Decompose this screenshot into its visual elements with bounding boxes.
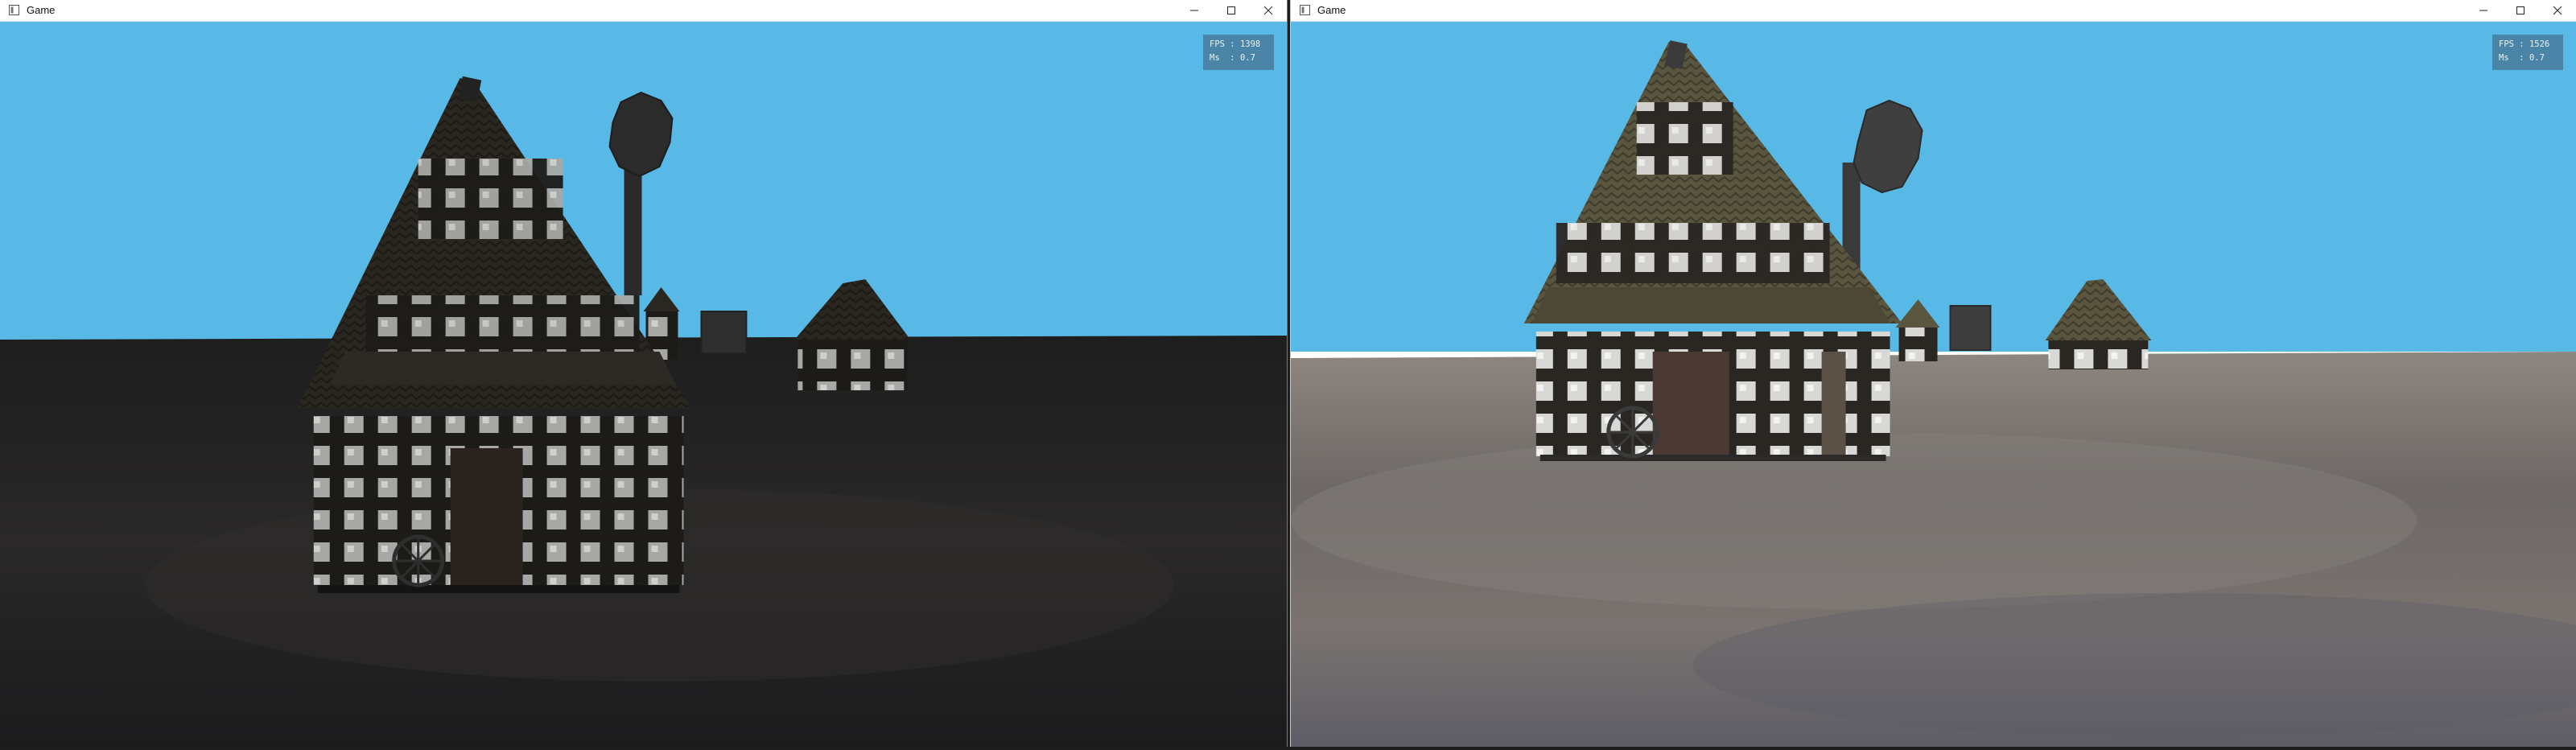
- maximize-icon: [1227, 6, 1235, 14]
- rendered-scene-lit: [1291, 22, 2576, 747]
- fps-stats-overlay: FPS : 1526 Ms : 0.7: [2492, 35, 2563, 70]
- minimize-icon: [2479, 10, 2487, 11]
- game-viewport[interactable]: FPS : 1398 Ms : 0.7: [0, 22, 1287, 747]
- close-icon: [1263, 6, 1273, 15]
- app-icon: [9, 5, 19, 15]
- ms-value: 0.7: [1239, 53, 1255, 63]
- game-window-left[interactable]: Game FPS: 1398 Ms: 0.7: [0, 0, 1288, 747]
- rendered-scene-dark: [0, 22, 1287, 747]
- maximize-button[interactable]: [2502, 0, 2539, 21]
- fps-label: FPS: [1210, 39, 1225, 49]
- ms-label: Ms: [2499, 53, 2509, 63]
- fps-value: 1526: [2529, 39, 2550, 49]
- window-title: Game: [27, 4, 56, 16]
- close-icon: [2553, 6, 2562, 15]
- fps-value: 1398: [1239, 39, 1261, 49]
- app-icon: [1300, 5, 1310, 15]
- close-button[interactable]: [2539, 0, 2576, 21]
- game-viewport[interactable]: FPS : 1526 Ms : 0.7: [1291, 22, 2576, 747]
- ms-label: Ms: [1210, 53, 1220, 63]
- game-window-right[interactable]: Game FPS: 1526 Ms: 0.7: [1290, 0, 2576, 747]
- close-button[interactable]: [1250, 0, 1287, 21]
- title-bar[interactable]: Game: [0, 0, 1287, 22]
- fps-stats-overlay: FPS : 1398 Ms : 0.7: [1203, 35, 1274, 70]
- minimize-button[interactable]: [1176, 0, 1213, 21]
- minimize-icon: [1190, 10, 1198, 11]
- fps-label: FPS: [2499, 39, 2514, 49]
- window-title: Game: [1317, 4, 1346, 16]
- ms-value: 0.7: [2529, 53, 2545, 63]
- maximize-button[interactable]: [1213, 0, 1250, 21]
- minimize-button[interactable]: [2465, 0, 2502, 21]
- maximize-icon: [2516, 6, 2524, 14]
- title-bar[interactable]: Game: [1291, 0, 2576, 22]
